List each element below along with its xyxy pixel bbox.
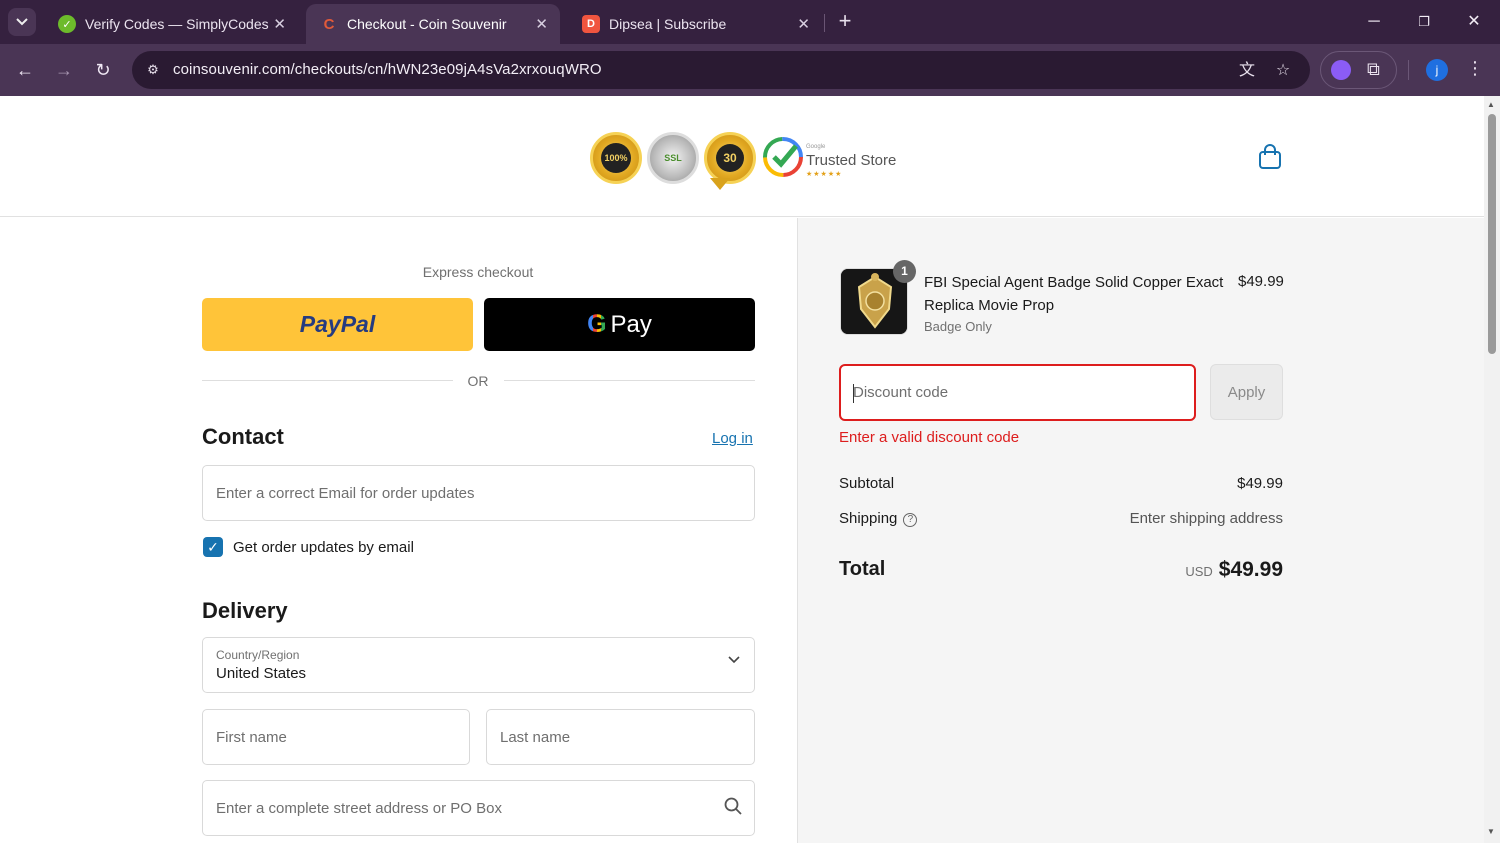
divider-line: [202, 380, 453, 381]
ribbon-icon: [710, 178, 730, 190]
close-tab-icon[interactable]: ✕: [273, 15, 286, 33]
tab-title: Dipsea | Subscribe: [609, 16, 727, 32]
country-select[interactable]: Country/Region United States: [202, 637, 755, 693]
tab-title: Verify Codes — SimplyCodes: [85, 16, 269, 32]
google-trusted-store: Google Trusted Store ★★★★★: [762, 136, 896, 183]
chevron-down-icon: [728, 656, 740, 664]
chevron-down-icon: [16, 18, 28, 26]
dipsea-favicon-icon: D: [582, 15, 600, 33]
minimize-icon[interactable]: ─: [1362, 10, 1386, 34]
email-updates-checkbox[interactable]: ✓: [203, 537, 223, 557]
trusted-store-label: Trusted Store: [806, 152, 897, 169]
restore-icon[interactable]: ❐: [1412, 10, 1436, 34]
search-icon: [724, 797, 742, 815]
translate-icon[interactable]: 文: [1236, 60, 1258, 82]
shipping-row: Shipping?: [839, 510, 918, 527]
scrollbar-thumb[interactable]: [1488, 114, 1496, 354]
store-header: 100% SSL 30 Google Trusted Store ★★★★★: [0, 96, 1484, 217]
toolbar-divider: [1408, 60, 1409, 80]
ssl-lock-seal: SSL: [647, 132, 699, 184]
reload-icon[interactable]: ↻: [90, 57, 116, 83]
discount-code-input[interactable]: Discount code: [839, 364, 1196, 421]
last-name-field[interactable]: Last name: [486, 709, 755, 765]
tab-search-button[interactable]: [8, 8, 36, 36]
google-g-icon: G: [587, 310, 607, 338]
tab-title: Checkout - Coin Souvenir: [347, 16, 507, 32]
apply-discount-button[interactable]: Apply: [1210, 364, 1283, 420]
product-title: FBI Special Agent Badge Solid Copper Exa…: [924, 274, 1224, 314]
tab-coin-souvenir[interactable]: C Checkout - Coin Souvenir ✕: [306, 4, 560, 44]
rating-stars: ★★★★★: [806, 171, 843, 178]
close-tab-icon[interactable]: ✕: [797, 15, 810, 33]
quantity-badge: 1: [893, 260, 916, 283]
shipping-value: Enter shipping address: [1129, 510, 1283, 527]
profile-avatar[interactable]: j: [1426, 59, 1448, 81]
coin-souvenir-favicon-icon: C: [323, 15, 335, 33]
text-cursor: [853, 384, 854, 403]
scroll-up-icon[interactable]: ▲: [1487, 100, 1495, 109]
checkmark-circle-icon: [763, 137, 803, 177]
address-field[interactable]: Enter a complete street address or PO Bo…: [202, 780, 755, 836]
forward-arrow-icon[interactable]: →: [51, 57, 77, 83]
google-pay-button[interactable]: G Pay: [484, 298, 755, 351]
browser-toolbar: ← → ↻ ⚙ coinsouvenir.com/checkouts/cn/hW…: [0, 44, 1500, 96]
divider-line: [504, 380, 755, 381]
new-tab-button[interactable]: +: [834, 10, 856, 34]
contact-heading: Contact: [202, 424, 284, 449]
subtotal-label: Subtotal: [839, 475, 895, 492]
scroll-down-icon[interactable]: ▼: [1487, 827, 1495, 836]
simplycodes-favicon-icon: ✓: [58, 15, 76, 33]
paypal-button[interactable]: PayPal: [202, 298, 473, 351]
tab-strip: ✓ Verify Codes — SimplyCodes ✕ C Checkou…: [0, 0, 1500, 44]
back-arrow-icon[interactable]: ←: [12, 57, 38, 83]
close-tab-icon[interactable]: ✕: [535, 15, 548, 33]
site-settings-icon[interactable]: ⚙: [142, 59, 164, 81]
total-label: Total: [839, 558, 886, 580]
tab-divider: [824, 14, 825, 32]
discount-error-message: Enter a valid discount code: [839, 429, 1020, 446]
email-updates-label: Get order updates by email: [233, 539, 414, 556]
tab-simplycodes[interactable]: ✓ Verify Codes — SimplyCodes ✕: [44, 4, 298, 44]
tab-dipsea[interactable]: D Dipsea | Subscribe ✕: [568, 4, 822, 44]
or-divider-text: OR: [467, 373, 489, 389]
currency-code: USD: [1185, 564, 1213, 579]
extension-icon[interactable]: [1331, 60, 1351, 80]
money-back-seal: 30: [704, 132, 756, 184]
help-icon[interactable]: ?: [903, 513, 918, 527]
satisfaction-guarantee-seal: 100%: [590, 132, 642, 184]
address-bar[interactable]: ⚙ coinsouvenir.com/checkouts/cn/hWN23e09…: [132, 51, 1310, 89]
delivery-heading: Delivery: [202, 598, 288, 623]
shopping-bag-icon[interactable]: [1258, 144, 1282, 175]
email-field[interactable]: Enter a correct Email for order updates: [202, 465, 755, 521]
express-checkout-label: Express checkout: [422, 264, 534, 280]
puzzle-icon[interactable]: ⧉: [1367, 59, 1380, 80]
total-value: $49.99: [1218, 558, 1283, 581]
trust-badges: 100% SSL 30 Google Trusted Store ★★★★★: [590, 130, 900, 192]
url-text[interactable]: coinsouvenir.com/checkouts/cn/hWN23e09jA…: [173, 61, 602, 78]
product-variant: Badge Only: [924, 319, 992, 334]
page-scrollbar[interactable]: ▲ ▼: [1484, 96, 1500, 843]
checkout-page: 100% SSL 30 Google Trusted Store ★★★★★ E…: [0, 96, 1484, 843]
shipping-label: Shipping: [839, 510, 898, 527]
subtotal-value: $49.99: [1237, 475, 1283, 492]
first-name-field[interactable]: First name: [202, 709, 470, 765]
total-amount: USD $49.99: [1185, 558, 1283, 582]
extensions-group: ⧉: [1320, 51, 1397, 89]
log-in-link[interactable]: Log in: [712, 430, 753, 447]
product-price: $49.99: [1238, 273, 1284, 290]
bookmark-star-icon[interactable]: ☆: [1272, 60, 1294, 82]
window-close-icon[interactable]: ✕: [1462, 10, 1486, 34]
more-menu-icon[interactable]: ⋮: [1466, 58, 1484, 79]
